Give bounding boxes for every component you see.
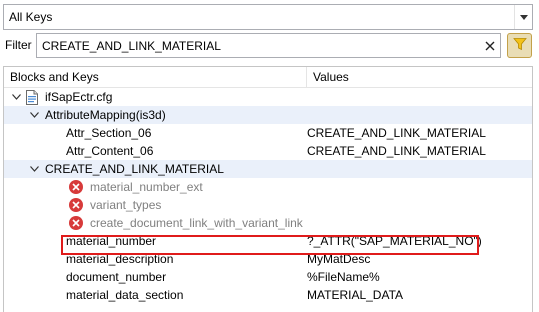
group-name: CREATE_AND_LINK_MATERIAL <box>45 162 224 176</box>
tree-row[interactable]: Attr_Section_06 CREATE_AND_LINK_MATERIAL <box>4 124 532 142</box>
column-header-keys[interactable]: Blocks and Keys <box>4 67 307 87</box>
key-filter-dropdown[interactable]: All Keys <box>3 4 533 30</box>
value-label: ?_ATTR("SAP_MATERIAL_NO") <box>307 234 482 248</box>
tree-row[interactable]: material_description MyMatDesc <box>4 250 532 268</box>
tree-row-error[interactable]: variant_types <box>4 196 532 214</box>
key-label: material_description <box>66 252 174 266</box>
tree-row-error[interactable]: material_number_ext <box>4 178 532 196</box>
value-label: %FileName% <box>307 270 380 284</box>
value-label: MATERIAL_DATA <box>307 288 404 302</box>
tree-row[interactable]: Attr_Content_06 CREATE_AND_LINK_MATERIAL <box>4 142 532 160</box>
filter-label: Filter <box>5 38 32 52</box>
tree-row-group[interactable]: CREATE_AND_LINK_MATERIAL <box>4 160 532 178</box>
column-header-values[interactable]: Values <box>307 67 349 87</box>
key-label: Attr_Section_06 <box>66 126 152 140</box>
tree-header: Blocks and Keys Values <box>4 67 532 88</box>
tree-row-error[interactable]: create_document_link_with_variant_link <box>4 214 532 232</box>
chevron-down-icon[interactable] <box>514 5 532 29</box>
value-label: CREATE_AND_LINK_MATERIAL <box>307 144 486 158</box>
key-label: document_number <box>66 270 167 284</box>
error-icon <box>68 179 84 195</box>
group-name: AttributeMapping(is3d) <box>45 108 166 122</box>
chevron-down-icon[interactable] <box>28 106 40 124</box>
filter-toggle-button[interactable] <box>507 33 532 58</box>
tree-row-file[interactable]: ifSapEctr.cfg <box>4 88 532 106</box>
tree-row[interactable]: document_number %FileName% <box>4 268 532 286</box>
file-icon <box>24 89 40 105</box>
chevron-down-icon[interactable] <box>28 160 40 178</box>
filter-input[interactable]: CREATE_AND_LINK_MATERIAL <box>36 33 501 58</box>
close-icon[interactable] <box>480 35 500 57</box>
key-label: variant_types <box>90 198 162 212</box>
chevron-down-icon[interactable] <box>10 88 22 106</box>
keys-tree[interactable]: Blocks and Keys Values ifSapEctr.cfg Att… <box>3 66 533 312</box>
key-filter-value: All Keys <box>9 10 53 24</box>
value-label: CREATE_AND_LINK_MATERIAL <box>307 126 486 140</box>
key-label: material_data_section <box>66 288 184 302</box>
file-name: ifSapEctr.cfg <box>45 90 113 104</box>
value-label: MyMatDesc <box>307 252 371 266</box>
key-label: material_number <box>66 234 157 248</box>
filter-input-value: CREATE_AND_LINK_MATERIAL <box>42 38 221 53</box>
error-icon <box>68 215 84 231</box>
tree-row[interactable]: material_number ?_ATTR("SAP_MATERIAL_NO"… <box>4 232 532 250</box>
key-label: Attr_Content_06 <box>66 144 154 158</box>
key-label: create_document_link_with_variant_link <box>90 216 303 230</box>
tree-row[interactable]: material_data_section MATERIAL_DATA <box>4 286 532 304</box>
funnel-icon <box>512 37 527 54</box>
tree-row-group[interactable]: AttributeMapping(is3d) <box>4 106 532 124</box>
error-icon <box>68 197 84 213</box>
key-label: material_number_ext <box>90 180 203 194</box>
